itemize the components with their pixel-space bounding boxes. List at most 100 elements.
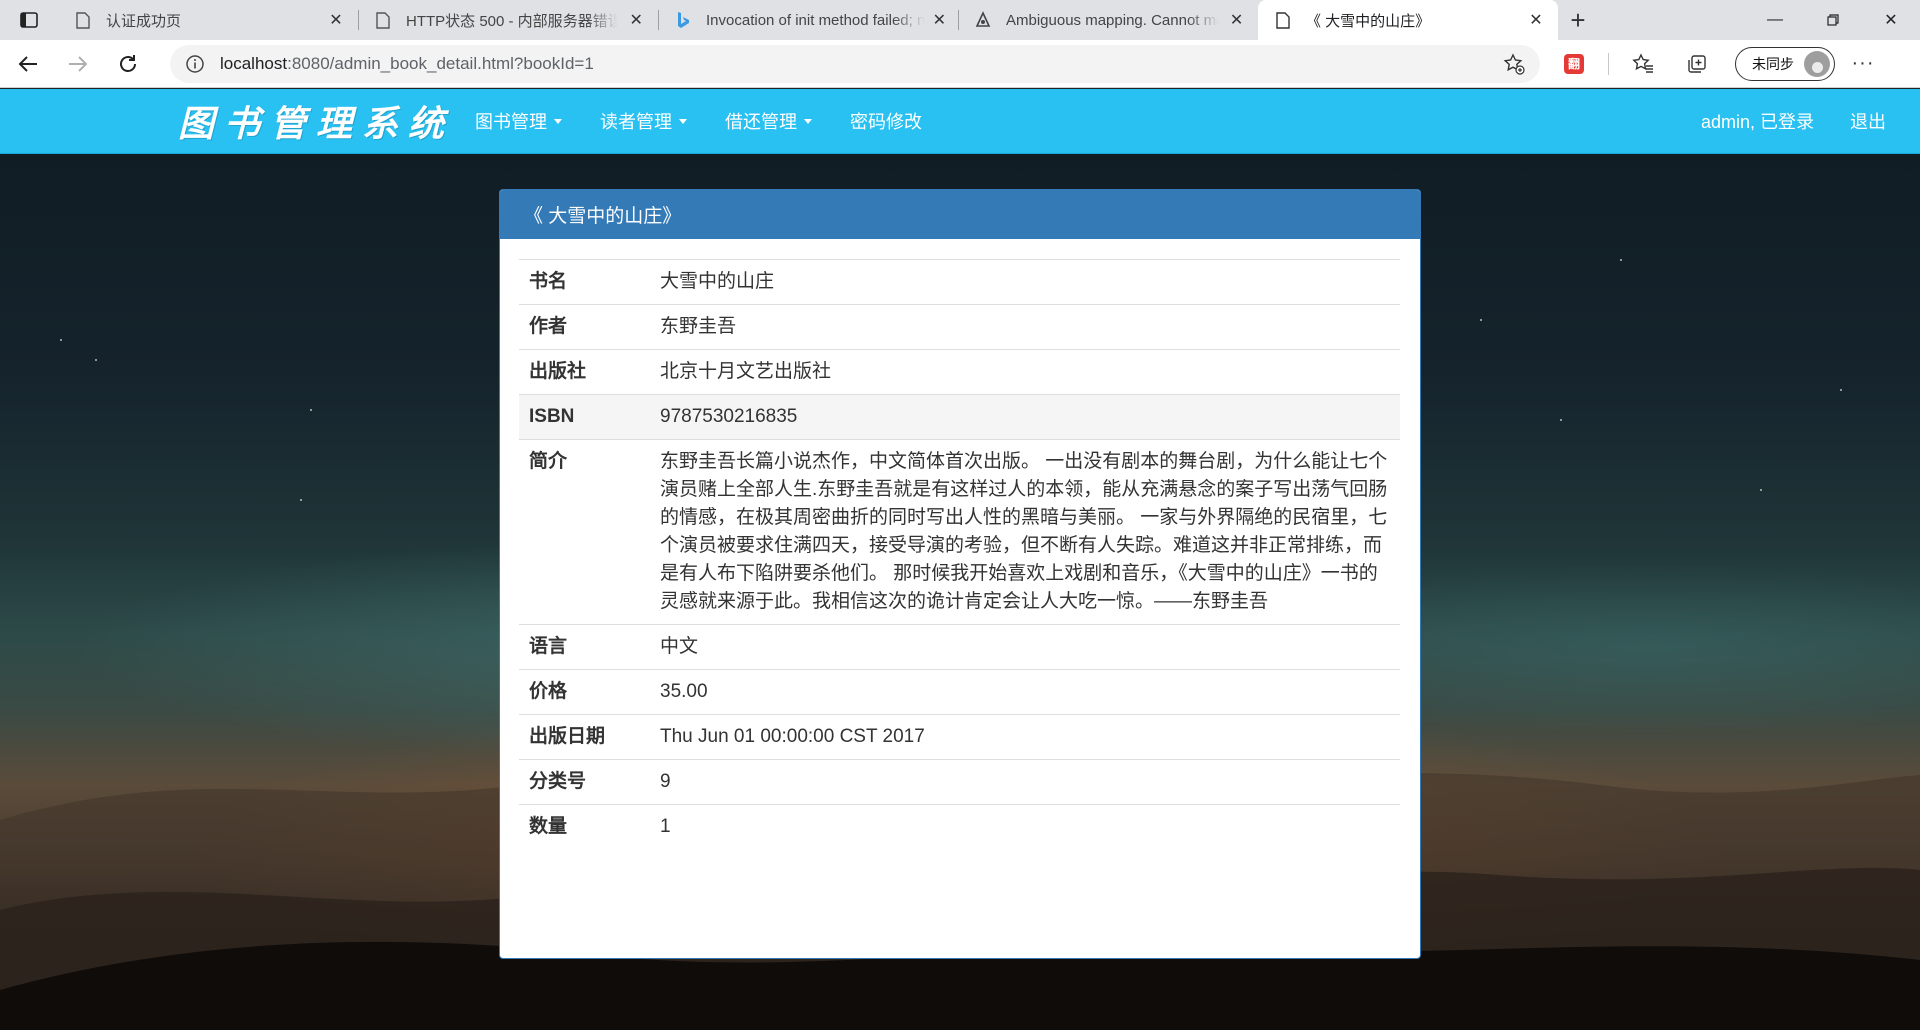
site-brand-text: 图书管理系统 xyxy=(178,103,455,145)
caret-down-icon xyxy=(679,118,687,124)
extension-button[interactable]: 翻 xyxy=(1554,44,1594,84)
toolbar-divider xyxy=(1608,52,1609,75)
close-icon[interactable]: ✕ xyxy=(1526,10,1546,30)
field-value: 中文 xyxy=(660,636,699,657)
tab-actions-icon xyxy=(20,12,38,28)
browser-toolbar: localhost:8080/admin_book_detail.html?bo… xyxy=(0,40,1920,88)
book-detail-panel: 《 大雪中的山庄》 书名 大雪中的山庄 作者 东野圭吾 出版社 北京十月文艺出版社 I… xyxy=(499,189,1421,959)
field-value: 1 xyxy=(660,816,671,837)
field-value: 9 xyxy=(660,771,671,792)
arrow-right-icon xyxy=(69,55,88,72)
login-status[interactable]: admin, 已登录 xyxy=(1701,108,1814,134)
site-logo-icon xyxy=(974,11,992,29)
table-row: 语言 中文 xyxy=(519,624,1400,670)
url-text: localhost:8080/admin_book_detail.html?bo… xyxy=(220,54,1502,74)
page-background: 图书管理系统 图书管理 读者管理 借还管理 密码修改 admin, 已登录 退出… xyxy=(0,89,1920,1030)
collections-icon xyxy=(1688,54,1706,73)
page-icon xyxy=(374,11,392,29)
site-navbar: 图书管理系统 图书管理 读者管理 借还管理 密码修改 admin, 已登录 退出 xyxy=(0,89,1920,154)
tab-title: 《 大雪中的山庄》 xyxy=(1306,12,1431,30)
field-label: 语言 xyxy=(529,636,568,657)
tab-actions-button[interactable] xyxy=(0,0,58,40)
table-row: 分类号 9 xyxy=(519,759,1400,805)
field-value: 东野圭吾 xyxy=(660,316,737,337)
profile-button[interactable]: 未同步 xyxy=(1735,46,1835,81)
back-button[interactable] xyxy=(6,44,50,84)
menu-borrow-management[interactable]: 借还管理 xyxy=(706,89,831,154)
menu-change-password[interactable]: 密码修改 xyxy=(831,89,941,154)
menu-label: 借还管理 xyxy=(725,112,797,132)
field-label: 作者 xyxy=(529,316,568,337)
field-label: 书名 xyxy=(529,271,568,292)
bing-icon xyxy=(674,11,692,29)
field-label: 出版社 xyxy=(529,361,587,382)
browser-tab-active[interactable]: 《 大雪中的山庄》 ✕ xyxy=(1258,0,1558,40)
close-window-button[interactable]: ✕ xyxy=(1862,0,1920,40)
main-menu: 图书管理 读者管理 借还管理 密码修改 xyxy=(456,89,941,154)
table-row: 出版社 北京十月文艺出版社 xyxy=(519,349,1400,395)
avatar-icon xyxy=(1804,50,1830,77)
field-value: 9787530216835 xyxy=(660,406,798,427)
field-label: 简介 xyxy=(529,451,568,472)
collections-button[interactable] xyxy=(1677,44,1717,84)
browser-tab[interactable]: Invocation of init method failed; nested… xyxy=(658,0,958,40)
address-bar[interactable]: localhost:8080/admin_book_detail.html?bo… xyxy=(170,44,1540,83)
browser-tab[interactable]: Ambiguous mapping. Cannot map ✕ xyxy=(958,0,1258,40)
field-value: 大雪中的山庄 xyxy=(660,271,775,292)
caret-down-icon xyxy=(804,118,812,124)
close-icon[interactable]: ✕ xyxy=(326,10,346,30)
table-row: ISBN 9787530216835 xyxy=(519,394,1400,440)
reload-button[interactable] xyxy=(106,44,150,84)
table-row: 价格 35.00 xyxy=(519,669,1400,715)
menu-reader-management[interactable]: 读者管理 xyxy=(581,89,706,154)
tab-title: Invocation of init method failed; nested… xyxy=(706,11,925,29)
field-label: 分类号 xyxy=(529,771,587,792)
info-icon[interactable] xyxy=(184,53,206,75)
favorites-button[interactable] xyxy=(1623,44,1663,84)
arrow-left-icon xyxy=(18,55,37,72)
tab-title: HTTP状态 500 - 内部服务器错误 xyxy=(406,12,619,30)
more-menu-button[interactable]: ··· xyxy=(1843,44,1883,84)
field-value: Thu Jun 01 00:00:00 CST 2017 xyxy=(660,726,925,747)
logout-link[interactable]: 退出 xyxy=(1850,108,1886,134)
browser-tab[interactable]: HTTP状态 500 - 内部服务器错误 ✕ xyxy=(358,0,658,40)
table-row: 数量 1 xyxy=(519,804,1400,850)
maximize-button[interactable] xyxy=(1804,0,1862,40)
add-favorite-icon[interactable] xyxy=(1502,52,1526,76)
url-host: localhost xyxy=(220,53,288,73)
translate-extension-icon: 翻 xyxy=(1564,53,1584,74)
tab-title: 认证成功页 xyxy=(106,12,182,30)
forward-button[interactable] xyxy=(56,44,100,84)
window-controls: — ✕ xyxy=(1746,0,1920,40)
menu-label: 图书管理 xyxy=(475,112,547,132)
favorites-icon xyxy=(1632,52,1653,73)
field-label: 价格 xyxy=(529,681,568,702)
close-icon[interactable]: ✕ xyxy=(626,10,646,30)
profile-sync-label: 未同步 xyxy=(1752,55,1794,72)
browser-tab[interactable]: 认证成功页 ✕ xyxy=(58,0,358,40)
table-row: 简介 东野圭吾长篇小说杰作，中文简体首次出版。 一出没有剧本的舞台剧，为什么能让七… xyxy=(519,439,1400,625)
tab-title: Ambiguous mapping. Cannot map xyxy=(1006,11,1220,29)
page-icon xyxy=(1274,11,1292,29)
site-logo[interactable]: 图书管理系统 xyxy=(178,96,444,146)
book-detail-table: 书名 大雪中的山庄 作者 东野圭吾 出版社 北京十月文艺出版社 ISBN 9787530… xyxy=(519,259,1400,849)
reload-icon xyxy=(120,54,136,72)
field-value: 东野圭吾长篇小说杰作，中文简体首次出版。 一出没有剧本的舞台剧，为什么能让七个演… xyxy=(660,451,1388,612)
field-value: 35.00 xyxy=(660,681,708,702)
url-path: :8080/admin_book_detail.html?bookId=1 xyxy=(287,53,594,73)
menu-label: 读者管理 xyxy=(600,112,672,132)
caret-down-icon xyxy=(554,118,562,124)
field-label: 数量 xyxy=(529,816,568,837)
table-row: 作者 东野圭吾 xyxy=(519,304,1400,350)
user-nav: admin, 已登录 退出 xyxy=(1701,108,1886,134)
table-row: 书名 大雪中的山庄 xyxy=(519,259,1400,305)
panel-title: 《 大雪中的山庄》 xyxy=(500,190,1420,239)
new-tab-button[interactable]: + xyxy=(1558,0,1598,40)
field-value: 北京十月文艺出版社 xyxy=(660,361,832,382)
table-row: 出版日期 Thu Jun 01 00:00:00 CST 2017 xyxy=(519,714,1400,760)
page-icon xyxy=(74,11,92,29)
close-icon[interactable]: ✕ xyxy=(1227,10,1246,30)
minimize-button[interactable]: — xyxy=(1746,0,1804,40)
menu-book-management[interactable]: 图书管理 xyxy=(456,89,581,154)
close-icon[interactable]: ✕ xyxy=(933,10,946,30)
